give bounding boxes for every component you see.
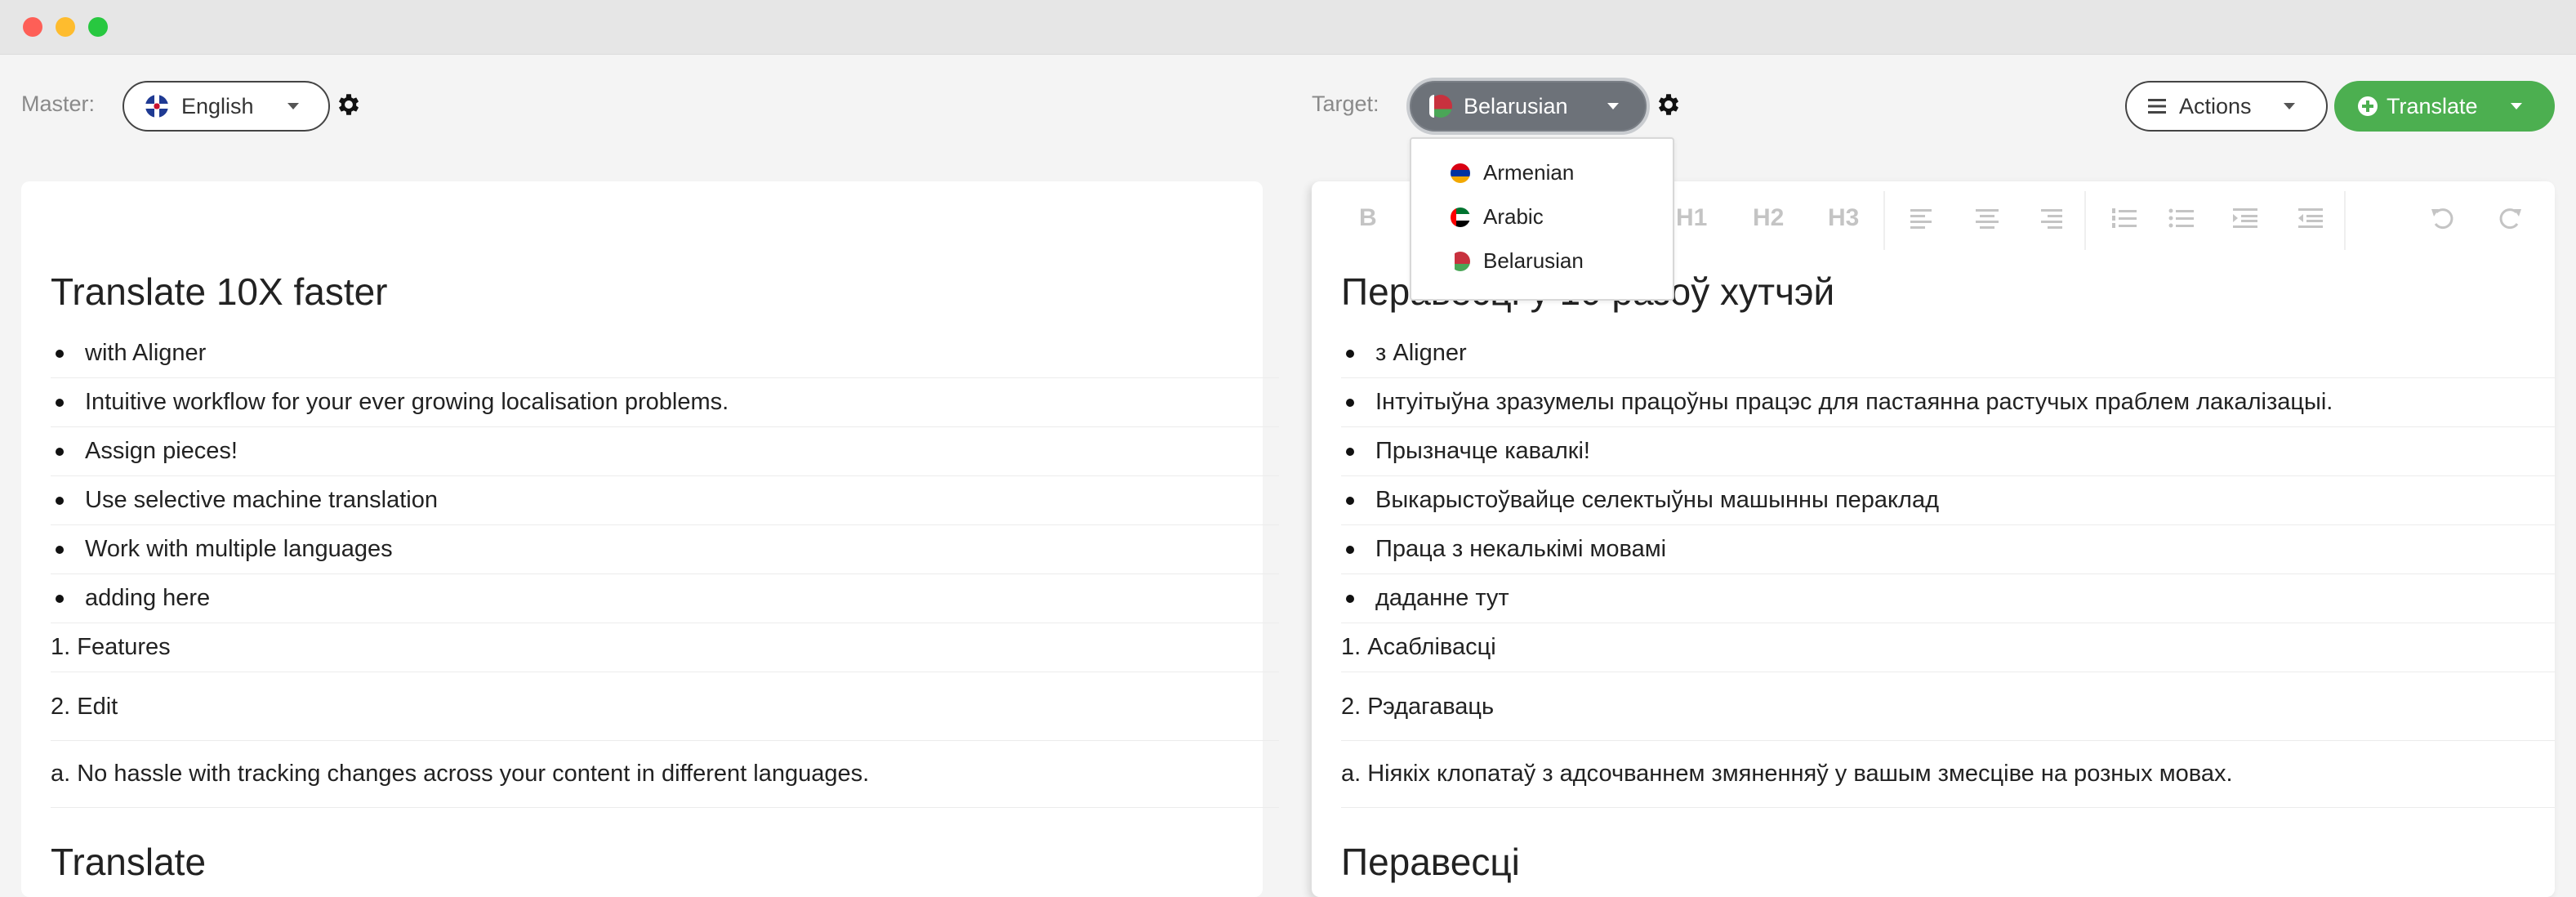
list-item-text: Выкарыстоўвайце селектыўны машынны перак… xyxy=(1375,486,1940,513)
paragraph-text: 1. Асаблівасці xyxy=(1341,633,1496,660)
dropdown-item-arabic[interactable]: Arabic xyxy=(1451,204,1544,230)
paragraph-text: 1. Features xyxy=(51,633,171,660)
chevron-down-icon xyxy=(1607,103,1619,109)
bullet-list-icon[interactable] xyxy=(2168,206,2195,230)
master-language-select[interactable]: English xyxy=(123,81,330,132)
chevron-down-icon xyxy=(287,103,299,109)
master-paragraph: a. No hassle with tracking changes acros… xyxy=(51,740,1279,808)
master-settings-gear-icon[interactable] xyxy=(335,91,363,118)
list-item-text: Work with multiple languages xyxy=(85,535,393,562)
translate-button[interactable]: Translate xyxy=(2334,81,2555,132)
list-item-text: Інтуітыўна зразумелы працоўны працэс для… xyxy=(1375,388,2333,415)
maximize-window-button[interactable] xyxy=(88,17,108,37)
master-list-item: Assign pieces! xyxy=(51,426,1279,476)
align-center-icon[interactable] xyxy=(1973,206,2001,230)
toolbar-divider xyxy=(2084,191,2086,250)
chevron-down-icon xyxy=(2284,103,2295,109)
target-paragraph: 1. Асаблівасці xyxy=(1341,623,2555,672)
dropdown-item-belarusian[interactable]: Belarusian xyxy=(1451,248,1584,274)
dropdown-item-armenian[interactable]: Armenian xyxy=(1451,160,1574,185)
menu-icon xyxy=(2148,99,2166,114)
dropdown-item-label: Belarusian xyxy=(1483,248,1584,273)
list-item-text: з Aligner xyxy=(1375,339,1467,366)
target-language-select[interactable]: Belarusian xyxy=(1406,78,1650,135)
target-heading-2: Перавесці xyxy=(1341,841,1520,883)
toolbar-divider xyxy=(2344,191,2346,250)
target-label: Target: xyxy=(1312,91,1379,116)
target-settings-gear-icon[interactable] xyxy=(1655,91,1682,118)
master-list-item: Intuitive workflow for your ever growing… xyxy=(51,377,1279,427)
toolbar-divider xyxy=(1883,191,1885,250)
target-list-item: Прызначце кавалкі! xyxy=(1341,426,2555,476)
list-item-text: Прызначце кавалкі! xyxy=(1375,437,1590,464)
uk-flag-icon xyxy=(145,95,168,118)
armenia-flag-icon xyxy=(1451,163,1470,183)
list-item-text: Intuitive workflow for your ever growing… xyxy=(85,388,729,415)
target-language-value: Belarusian xyxy=(1464,93,1568,118)
list-item-text: with Aligner xyxy=(85,339,207,366)
heading1-button[interactable]: H1 xyxy=(1676,204,1707,232)
translate-label: Translate xyxy=(2387,93,2478,118)
list-item-text: Use selective machine translation xyxy=(85,486,438,513)
title-bar xyxy=(0,0,2576,55)
plus-circle-icon xyxy=(2358,96,2378,116)
align-left-icon[interactable] xyxy=(1908,206,1936,230)
chevron-down-icon[interactable] xyxy=(2511,103,2522,109)
target-list-item: даданне тут xyxy=(1341,573,2555,623)
master-list-item: adding here xyxy=(51,573,1279,623)
master-list-item: with Aligner xyxy=(51,328,1279,378)
master-paragraph: 2. Edit xyxy=(51,673,1279,741)
bold-button[interactable]: B xyxy=(1359,204,1377,232)
belarus-flag-icon xyxy=(1451,251,1470,271)
target-language-dropdown: Armenian Arabic Belarusian xyxy=(1410,137,1674,301)
paragraph-text: a. No hassle with tracking changes acros… xyxy=(51,760,870,787)
master-editor-panel[interactable]: Translate 10X faster with Aligner Intuit… xyxy=(21,181,1279,897)
ordered-list-icon[interactable] xyxy=(2110,206,2138,230)
paragraph-text: 2. Edit xyxy=(51,693,118,720)
list-item-text: adding here xyxy=(85,584,211,611)
belarus-flag-icon xyxy=(1429,95,1452,118)
target-list-item: Выкарыстоўвайце селектыўны машынны перак… xyxy=(1341,475,2555,525)
align-right-icon[interactable] xyxy=(2037,206,2065,230)
heading3-button[interactable]: H3 xyxy=(1828,204,1859,232)
undo-icon[interactable] xyxy=(2429,206,2457,230)
close-window-button[interactable] xyxy=(23,17,42,37)
actions-button[interactable]: Actions xyxy=(2125,81,2328,132)
actions-label: Actions xyxy=(2179,93,2252,118)
dropdown-item-label: Arabic xyxy=(1483,204,1544,229)
redo-icon[interactable] xyxy=(2496,206,2524,230)
outdent-icon[interactable] xyxy=(2297,206,2324,230)
master-heading-2: Translate xyxy=(51,841,207,883)
list-item-text: даданне тут xyxy=(1375,584,1509,611)
target-paragraph: 2. Рэдагаваць xyxy=(1341,673,2555,741)
master-heading-1: Translate 10X faster xyxy=(51,270,388,313)
master-list-item: Use selective machine translation xyxy=(51,475,1279,525)
heading2-button[interactable]: H2 xyxy=(1753,204,1784,232)
indent-icon[interactable] xyxy=(2231,206,2259,230)
target-list-item: з Aligner xyxy=(1341,328,2555,378)
dropdown-item-label: Armenian xyxy=(1483,160,1575,185)
paragraph-text: 2. Рэдагаваць xyxy=(1341,693,1495,720)
master-language-value: English xyxy=(181,93,254,118)
target-list-item: Інтуітыўна зразумелы працоўны працэс для… xyxy=(1341,377,2555,427)
list-item-text: Праца з некалькімі мовамі xyxy=(1375,535,1667,562)
target-paragraph: а. Ніякіх клопатаў з адсочваннем змяненн… xyxy=(1341,740,2555,808)
master-label: Master: xyxy=(21,91,96,116)
paragraph-text: а. Ніякіх клопатаў з адсочваннем змяненн… xyxy=(1341,760,2233,787)
uae-flag-icon xyxy=(1451,207,1470,227)
minimize-window-button[interactable] xyxy=(56,17,75,37)
list-item-text: Assign pieces! xyxy=(85,437,238,464)
master-paragraph: 1. Features xyxy=(51,623,1279,672)
target-list-item: Праца з некалькімі мовамі xyxy=(1341,524,2555,574)
master-list-item: Work with multiple languages xyxy=(51,524,1279,574)
